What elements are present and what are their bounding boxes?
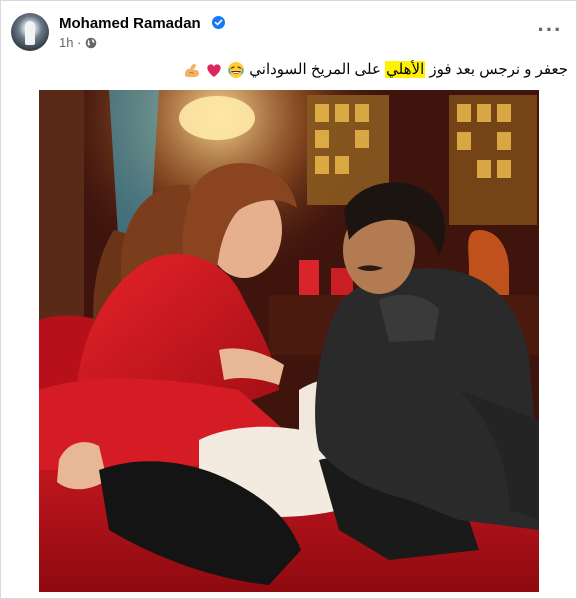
post-timestamp[interactable]: 1h bbox=[59, 35, 73, 50]
post-card: Mohamed Ramadan 1h · ··· جعفر و نرجس بعد… bbox=[0, 0, 577, 599]
author-name[interactable]: Mohamed Ramadan bbox=[59, 15, 201, 32]
author-avatar[interactable] bbox=[11, 13, 49, 51]
globe-icon bbox=[86, 37, 97, 49]
post-meta: 1h · bbox=[59, 35, 97, 50]
caption-text-end: على المريخ السوداني bbox=[249, 61, 386, 78]
post-photo[interactable] bbox=[39, 90, 539, 592]
post-caption: جعفر و نرجس بعد فوز الأهلي على المريخ ال… bbox=[28, 57, 568, 83]
more-options-icon[interactable]: ··· bbox=[535, 15, 565, 45]
verified-badge-icon bbox=[212, 16, 225, 29]
post-header: Mohamed Ramadan 1h · ··· bbox=[11, 13, 567, 53]
flexed-biceps-icon bbox=[184, 64, 199, 78]
caption-highlight: الأهلي bbox=[385, 61, 426, 78]
laughing-face-icon bbox=[228, 62, 245, 79]
photo-scene bbox=[39, 90, 539, 592]
red-heart-icon bbox=[207, 64, 221, 78]
caption-text-start: جعفر و نرجس بعد فوز bbox=[425, 61, 568, 78]
avatar-figure bbox=[25, 21, 35, 45]
